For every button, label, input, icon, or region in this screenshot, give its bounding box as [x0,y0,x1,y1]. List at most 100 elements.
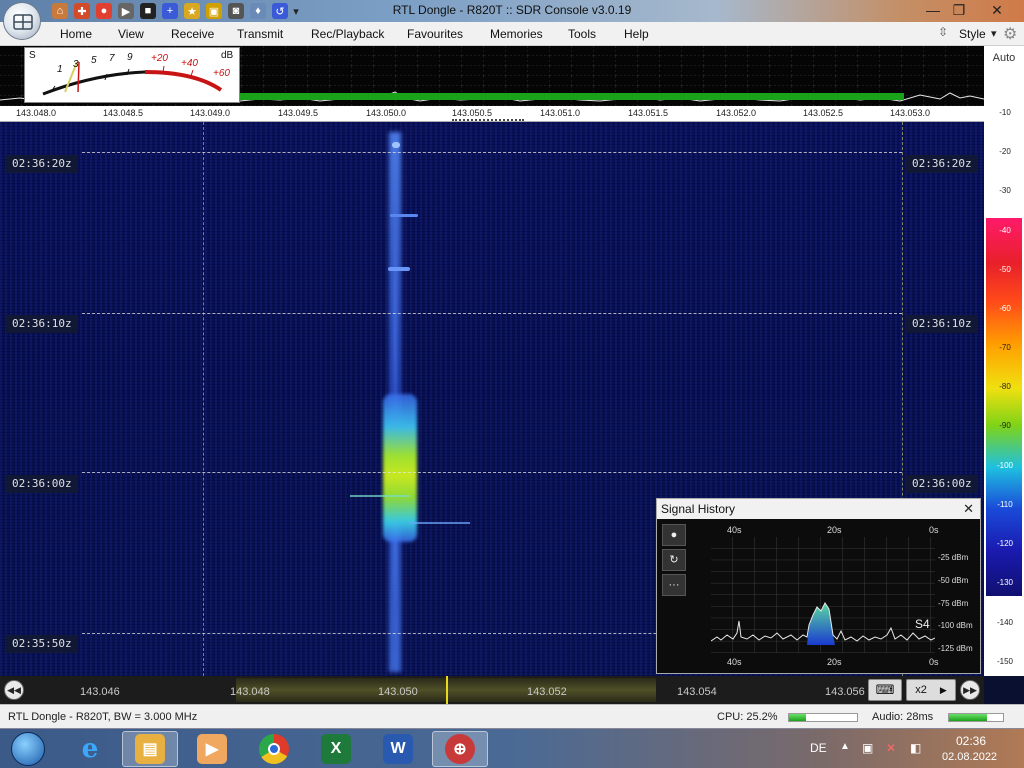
taskbar-sdr-console[interactable]: ⊕ [432,731,488,767]
keyboard-button[interactable]: ⌨ [868,679,902,701]
signal-history-refresh-button[interactable]: ↻ [662,549,686,571]
signal-history-close-icon[interactable]: ✕ [963,501,974,517]
tuner-frequency-label: 143.050 [378,686,418,698]
menu-home[interactable]: Home [60,27,92,41]
frequency-tick-label: 143.051.0 [540,108,581,118]
network-icon[interactable]: ✕ [886,741,896,755]
settings-gear-icon[interactable]: ⚙ [1003,24,1017,44]
menu-memories[interactable]: Memories [490,27,543,41]
s-unit-reading: S4 [915,617,930,631]
spectrum-bandwidth-indicator [240,93,904,100]
auto-level-button[interactable]: Auto [984,52,1024,64]
stop-icon[interactable]: ■ [140,3,156,19]
sdr-console-icon: ⊕ [445,734,475,764]
signal-sideband [410,522,470,524]
play-icon[interactable]: ▶ [118,3,134,19]
history-level-label: -75 dBm [938,599,969,608]
internet-explorer-icon: e [81,734,99,764]
frequency-tick-label: 143.049.0 [190,108,231,118]
volume-icon[interactable]: ◧ [910,741,921,755]
quick-access-dropdown-icon[interactable]: ▾ [291,3,301,19]
undo-icon[interactable]: ↺ [272,3,288,19]
excel-icon: X [321,734,351,764]
frequency-tick-label: 143.050.5 [452,108,493,118]
taskbar-chrome[interactable] [246,731,302,767]
menu-rec-playback[interactable]: Rec/Playback [311,27,384,41]
lock-icon[interactable]: ▣ [206,3,222,19]
s-meter: S dB 1 3 5 7 9 +20 +40 +60 [24,47,240,103]
level-label: -20 [999,147,1011,156]
s-meter-tick: +40 [181,58,198,69]
menu-transmit[interactable]: Transmit [237,27,283,41]
s-meter-tick: +20 [151,53,168,64]
drop-icon[interactable]: ♦ [250,3,266,19]
signal-history-graph [711,537,935,653]
level-label: -130 [996,578,1013,587]
taskbar-internet-explorer[interactable]: e [62,731,118,767]
record-icon[interactable]: ● [96,3,112,19]
time-label: 02:36:20z [906,155,978,173]
signal-history-more-button[interactable]: ··· [662,574,686,596]
windows-logo-icon [11,732,45,766]
clock-date[interactable]: 02.08.2022 [942,751,997,763]
tune-left-button[interactable]: ◀◀ [4,680,24,700]
camera-icon[interactable]: ◙ [228,3,244,19]
taskbar-explorer[interactable]: ▤ [122,731,178,767]
history-level-label: -125 dBm [938,644,973,653]
menu-tools[interactable]: Tools [568,27,596,41]
start-button[interactable] [0,731,56,767]
zoom-selector[interactable]: x2 ▶ [906,679,956,701]
tuner-frequency-label: 143.048 [230,686,270,698]
clock-time[interactable]: 02:36 [956,734,986,748]
s-meter-tick: 7 [109,53,115,64]
show-hidden-icons-icon[interactable]: ▲ [840,741,850,752]
app-menu-orb-icon[interactable] [3,2,41,40]
close-button[interactable]: ✕ [984,0,1010,20]
s-meter-tick: 5 [91,55,97,66]
menu-help[interactable]: Help [624,27,649,41]
time-label: 02:36:10z [6,315,78,333]
signal-blip [390,214,418,217]
level-label: -40 [999,226,1011,235]
s-meter-tick: 1 [57,64,63,75]
level-label: -30 [999,186,1011,195]
lifebuoy-icon[interactable]: ✚ [74,3,90,19]
style-dropdown-icon[interactable]: ▾ [991,27,997,40]
signal-history-record-button[interactable]: ● [662,524,686,546]
taskbar-excel[interactable]: X [308,731,364,767]
sdr-console-window: RTL Dongle - R820T :: SDR Console v3.0.1… [0,0,1024,768]
maximize-button[interactable]: ❐ [946,0,972,20]
s-meter-db-label: dB [221,50,234,61]
app-logo-icon [13,14,33,30]
time-label: 02:36:00z [906,475,978,493]
audio-meter [948,713,1004,722]
signal-history-panel: Signal History ✕ ● ↻ ··· 40s 20s 0s -25 … [656,498,981,674]
level-label: -80 [999,382,1011,391]
time-grid-line [82,313,902,314]
time-grid-line [82,472,902,473]
star-icon[interactable]: ★ [184,3,200,19]
device-status: RTL Dongle - R820T, BW = 3.000 MHz [8,711,198,723]
language-indicator[interactable]: DE [810,741,827,755]
menu-view[interactable]: View [118,27,144,41]
tune-right-button[interactable]: ▶▶ [960,680,980,700]
menu-bar: Home View Receive Transmit Rec/Playback … [0,22,1024,46]
home-icon[interactable]: ⌂ [52,3,68,19]
tuner-frequency-label: 143.054 [677,686,717,698]
s-meter-tick: 9 [127,52,133,63]
time-label: 02:36:00z [6,475,78,493]
add-icon[interactable]: + [162,3,178,19]
frequency-scale[interactable]: 143.048.0 143.048.5 143.049.0 143.049.5 … [0,106,984,122]
taskbar-media-player[interactable]: ▶ [184,731,240,767]
level-label: -90 [999,421,1011,430]
taskbar-word[interactable]: W [370,731,426,767]
safely-remove-icon[interactable]: ▣ [862,741,873,755]
style-menu[interactable]: Style [959,27,986,41]
minimize-button[interactable]: — [920,0,946,20]
tuner-frequency-label: 143.056 [825,686,865,698]
level-label: -110 [997,500,1013,509]
menu-receive[interactable]: Receive [171,27,214,41]
menu-favourites[interactable]: Favourites [407,27,463,41]
tuning-bar[interactable]: ◀◀ 143.046 143.048 143.050 143.052 143.0… [0,676,984,704]
audio-status: Audio: 28ms [872,711,934,723]
